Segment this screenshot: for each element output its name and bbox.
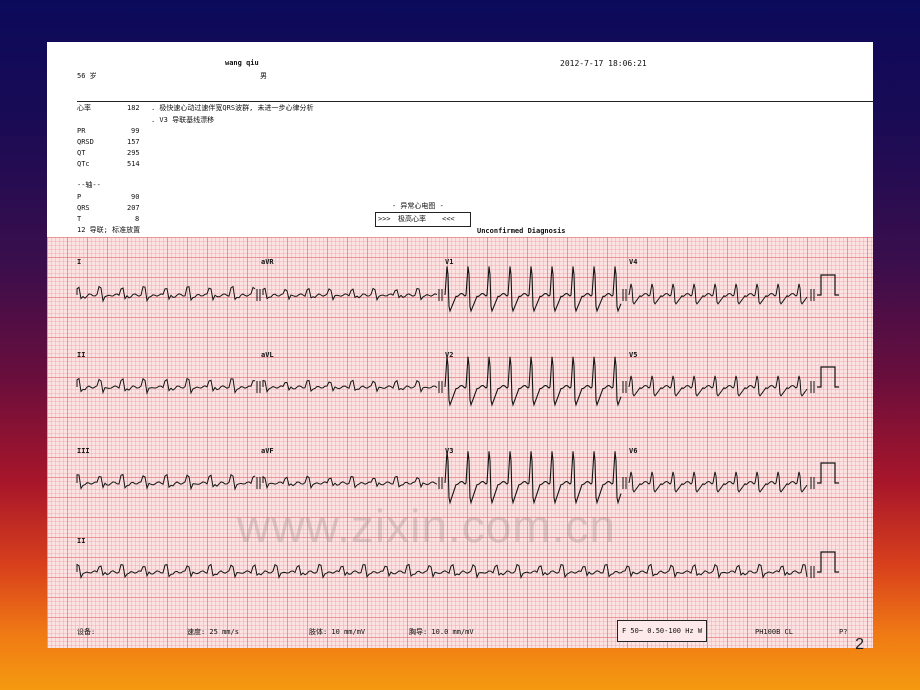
lead-label-v1: V1 [445, 258, 454, 266]
lead-label-v5: V5 [629, 351, 638, 359]
trace-chest-right-0 [444, 266, 622, 313]
banner-text: 极高心率 [398, 215, 426, 223]
device-label: 设备: [77, 628, 96, 636]
pr-value: 99 [131, 127, 140, 135]
paper-speed: 速度: 25 mm/s [187, 628, 239, 636]
lead-label-avr: aVR [261, 258, 274, 266]
lead-separator [810, 381, 815, 393]
ecg-traces [76, 266, 839, 580]
lead-label-iii: III [77, 447, 90, 455]
trace-chest-right-2 [444, 451, 622, 505]
trace-limb-0 [76, 285, 256, 303]
ecg-grid: I aVR V1 V4 II aVL V2 V5 III aVF V3 V6 I… [47, 237, 873, 648]
calibration-pulse [817, 551, 839, 573]
lead-separator [622, 381, 627, 393]
lead-label-avf: aVF [261, 447, 274, 455]
patient-age: 56 岁 [77, 72, 97, 80]
lead-label-i: I [77, 258, 82, 266]
lead-separator [438, 477, 443, 489]
watermark: www.zixin.com.cn [237, 500, 616, 552]
filter-settings-box: F 50~ 0.50-100 Hz W [617, 620, 707, 642]
lead-label-ii: II [77, 351, 86, 359]
header-divider [77, 101, 873, 102]
pr-label: PR [77, 127, 86, 135]
record-datetime: 2012-7-17 18:06:21 [560, 59, 647, 68]
lead-label-v4: V4 [629, 258, 638, 266]
lead-separator [256, 381, 261, 393]
limb-gain: 肢体: 10 mm/mV [309, 628, 366, 636]
trace-aug-0 [262, 287, 438, 302]
p-axis-label: P [77, 193, 82, 201]
axis-title: --轴-- [77, 181, 101, 189]
lead-separator [438, 381, 443, 393]
calibration-pulse [817, 366, 839, 388]
lead-label-v6: V6 [629, 447, 638, 455]
hr-value: 182 [127, 104, 140, 112]
lead-separator [256, 289, 261, 301]
trace-chest-left-2 [628, 471, 808, 493]
qt-value: 295 [127, 149, 140, 157]
patient-name: wang qiu [225, 59, 259, 67]
lead-separator [622, 477, 627, 489]
calibration-pulse [817, 462, 839, 484]
lead-placement: 12 导联; 标准放置 [77, 226, 141, 234]
trace-aug-2 [262, 475, 438, 490]
classification: - 异常心电图 - [392, 202, 444, 210]
trace-aug-1 [262, 379, 438, 394]
calibration-pulse [817, 274, 839, 296]
trace-chest-right-1 [444, 356, 622, 407]
unconfirmed-diagnosis: Unconfirmed Diagnosis [477, 227, 566, 235]
interpretation-line-2: . V3 导联基线漂移 [151, 116, 215, 124]
lead-label-avl: aVL [261, 351, 274, 359]
qtc-value: 514 [127, 160, 140, 168]
chest-gain: 胸导: 10.0 mm/mV [409, 628, 474, 636]
qrs-axis-value: 207 [127, 204, 140, 212]
p-axis-value: 90 [131, 193, 140, 201]
lead-label-ii-rhythm: II [77, 537, 86, 545]
qrs-axis-label: QRS [77, 204, 90, 212]
patient-sex: 男 [260, 72, 267, 80]
t-axis-label: T [77, 215, 82, 223]
qrsd-label: QRSD [77, 138, 94, 146]
lead-separator [256, 477, 261, 489]
qrsd-value: 157 [127, 138, 140, 146]
lead-separator [622, 289, 627, 301]
t-axis-value: 8 [135, 215, 140, 223]
banner-right-arrows: <<< [442, 215, 455, 223]
qt-label: QT [77, 149, 86, 157]
slide-number: 2 [855, 636, 864, 653]
footer-page: P? [839, 628, 848, 636]
trace-chest-left-0 [628, 283, 808, 305]
lead-label-v2: V2 [445, 351, 454, 359]
trace-rhythm-ii [76, 563, 808, 580]
lead-separator [438, 289, 443, 301]
ecg-report-sheet: wang qiu 2012-7-17 18:06:21 56 岁 男 心率 18… [47, 42, 873, 648]
trace-limb-2 [76, 473, 256, 491]
alert-banner: >>> 极高心率 <<< [375, 212, 471, 227]
lead-label-v3: V3 [445, 447, 454, 455]
device-model: PH100B CL [755, 628, 793, 636]
banner-left-arrows: >>> [378, 215, 391, 223]
qtc-label: QTc [77, 160, 90, 168]
lead-separator [810, 477, 815, 489]
interpretation-line-1: . 极快速心动过速伴宽QRS波群, 未进一步心律分析 [151, 104, 314, 112]
hr-label: 心率 [77, 104, 91, 112]
lead-separator [810, 289, 815, 301]
trace-chest-left-1 [628, 375, 808, 397]
trace-limb-1 [76, 377, 256, 395]
lead-separator [810, 566, 815, 578]
filter-settings: F 50~ 0.50-100 Hz W [622, 627, 703, 635]
